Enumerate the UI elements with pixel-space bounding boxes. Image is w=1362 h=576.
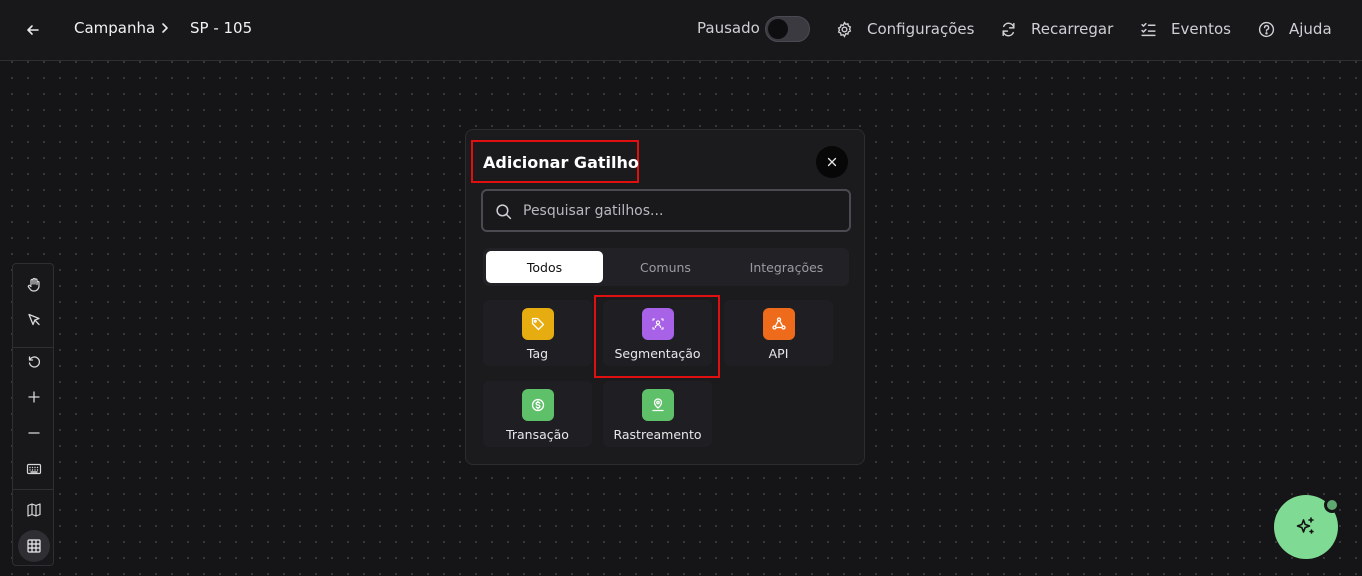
trigger-label: Transação [506, 427, 569, 442]
trigger-card-api[interactable]: API [724, 300, 833, 366]
breadcrumb-current: SP - 105 [190, 19, 253, 37]
canvas-toolbar [12, 263, 54, 566]
reload-button[interactable]: Recarregar [1000, 18, 1113, 40]
map-icon [27, 503, 41, 517]
webhook-icon [763, 308, 795, 340]
search-icon [496, 204, 512, 220]
tab-todos[interactable]: Todos [486, 251, 603, 283]
undo-tool[interactable] [22, 349, 46, 373]
trigger-label: Tag [526, 346, 549, 361]
gear-icon [837, 20, 852, 38]
help-button[interactable]: Ajuda [1258, 18, 1332, 40]
chevron-right-icon [162, 23, 168, 33]
settings-label: Configurações [867, 20, 975, 38]
toggle-knob [768, 19, 788, 39]
trigger-label: API [768, 346, 789, 361]
plus-icon [28, 391, 40, 403]
grid-tool[interactable] [18, 530, 50, 562]
pointer-icon [28, 313, 40, 326]
zoom-in-tool[interactable] [22, 385, 46, 409]
toolbar-divider [13, 347, 53, 348]
selection-highlight-box [594, 295, 720, 378]
transaction-icon [522, 389, 554, 421]
keyboard-icon [26, 463, 42, 475]
events-button[interactable]: Eventos [1140, 18, 1231, 40]
close-icon [827, 157, 837, 167]
status-label: Pausado [697, 19, 760, 37]
hand-icon [27, 277, 40, 292]
tab-comuns[interactable]: Comuns [607, 251, 724, 283]
hand-tool[interactable] [22, 273, 46, 297]
checklist-icon [1141, 22, 1156, 36]
events-label: Eventos [1171, 20, 1231, 38]
undo-icon [28, 356, 41, 368]
trigger-card-transacao[interactable]: Transação [483, 381, 592, 447]
refresh-icon [1002, 22, 1015, 36]
search-box [481, 189, 851, 232]
notification-dot [1324, 497, 1340, 513]
grid-icon [27, 539, 41, 553]
back-arrow-icon[interactable] [22, 19, 44, 41]
minus-icon [28, 432, 40, 434]
help-circle-icon [1258, 21, 1275, 37]
pause-toggle[interactable] [765, 16, 810, 42]
tag-icon [522, 308, 554, 340]
toolbar-divider [13, 489, 53, 490]
close-button[interactable] [816, 146, 848, 178]
trigger-card-tag[interactable]: Tag [483, 300, 592, 366]
top-bar: Campanha SP - 105 Pausado Configurações … [0, 0, 1362, 61]
dialog-title: Adicionar Gatilho [483, 153, 639, 172]
trigger-card-rastreamento[interactable]: Rastreamento [603, 381, 712, 447]
zoom-out-tool[interactable] [22, 421, 46, 445]
breadcrumb-campaign[interactable]: Campanha [74, 19, 155, 37]
sparkles-icon [1296, 517, 1314, 534]
tab-integracoes[interactable]: Integrações [728, 251, 845, 283]
shortcuts-tool[interactable] [22, 457, 46, 481]
location-pin-icon [642, 389, 674, 421]
add-trigger-dialog: Adicionar Gatilho Todos Comuns Integraçõ… [465, 129, 865, 465]
minimap-tool[interactable] [22, 498, 46, 522]
reload-label: Recarregar [1031, 20, 1114, 38]
trigger-label: Rastreamento [613, 427, 702, 442]
select-tool[interactable] [22, 308, 46, 332]
search-input[interactable] [523, 200, 843, 222]
settings-button[interactable]: Configurações [836, 18, 974, 40]
help-label: Ajuda [1289, 20, 1332, 38]
filter-tabs: Todos Comuns Integrações [483, 248, 849, 286]
